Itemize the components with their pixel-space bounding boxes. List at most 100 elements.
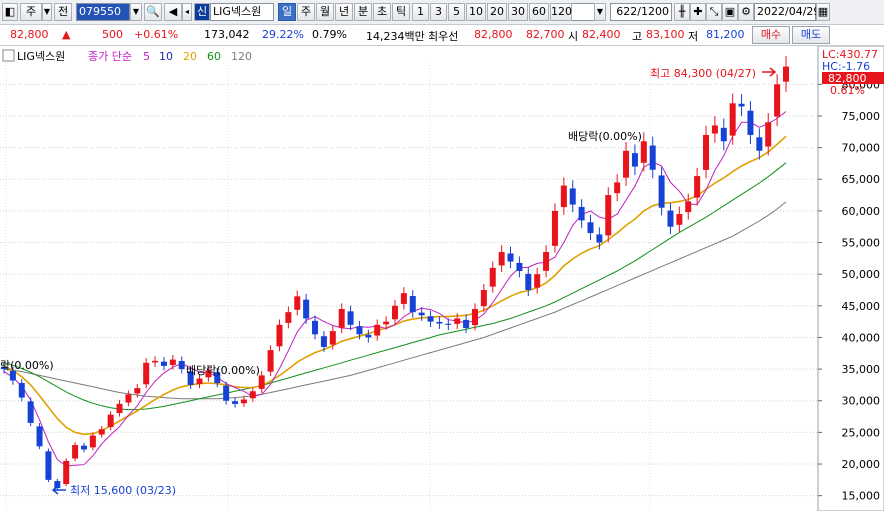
period-tab[interactable]: 주 — [297, 3, 315, 21]
code-type-select[interactable]: 주 — [20, 3, 42, 21]
count-field[interactable]: 622/1200 — [610, 3, 672, 21]
legend-box-icon[interactable] — [2, 49, 15, 62]
candle-body — [169, 359, 176, 365]
interval-tab[interactable]: 3 — [430, 3, 447, 21]
candle-body — [578, 206, 585, 221]
candle-body — [400, 293, 407, 304]
best-sell-price: 82,800 — [474, 28, 513, 41]
candle-body — [258, 375, 265, 389]
candle-body — [143, 362, 150, 385]
date-field[interactable]: 2022/04/29 — [754, 3, 820, 21]
code-type-dropdown-icon[interactable]: ▼ — [42, 3, 52, 21]
up-arrow-icon: ▲ — [62, 28, 71, 41]
candle-body — [63, 460, 70, 484]
candle-body — [445, 323, 452, 325]
candle-body — [27, 401, 34, 423]
period-tab[interactable]: 년 — [335, 3, 353, 21]
interval-tab[interactable]: 20 — [487, 3, 507, 21]
y-tick-label: 15,000 — [842, 490, 881, 503]
candle-body — [516, 262, 523, 272]
candle-body — [543, 252, 550, 271]
candle-body — [587, 222, 594, 234]
interval-tab[interactable]: 30 — [508, 3, 528, 21]
interval-dropdown-icon[interactable]: ▼ — [594, 3, 606, 21]
interval-tab[interactable]: 60 — [529, 3, 549, 21]
candle-body — [160, 361, 167, 366]
candle-body — [312, 320, 319, 335]
interval-tab[interactable]: 120 — [550, 3, 572, 21]
y-tick-label: 65,000 — [842, 173, 881, 186]
code-dropdown-icon[interactable]: ▼ — [130, 3, 142, 21]
trend-line-icon[interactable]: ⤡ — [706, 3, 722, 21]
calendar-icon[interactable]: ▦ — [816, 3, 830, 21]
candle-body — [747, 110, 754, 135]
stock-name-field: LIG넥스원 — [210, 3, 274, 21]
period-tab[interactable]: 월 — [316, 3, 334, 21]
period-tab[interactable]: 일 — [278, 3, 296, 21]
candle-body — [738, 103, 745, 107]
gear-icon[interactable]: ⚙ — [738, 3, 754, 21]
candle-body — [569, 188, 576, 205]
period-tab[interactable]: 초 — [373, 3, 391, 21]
candle-body — [436, 321, 443, 324]
left-arrow-icon[interactable]: ◂ — [182, 3, 192, 21]
interval-tab[interactable]: 5 — [448, 3, 465, 21]
candle-body — [36, 426, 43, 447]
candle-body — [374, 324, 381, 336]
y-tick-label: 55,000 — [842, 237, 881, 250]
candle-body — [658, 175, 665, 208]
candle-body — [783, 66, 789, 82]
chart-area[interactable]: 15,000 20,000 25,000 30,000 35,000 40,000 45,0… — [0, 46, 884, 511]
candle-body — [9, 370, 16, 381]
y-tick-label: 30,000 — [842, 395, 881, 408]
high-annotation: 최고 84,300 (04/27) — [650, 67, 756, 80]
interval-tab[interactable]: 10 — [466, 3, 486, 21]
price-chart[interactable]: 15,000 20,000 25,000 30,000 35,000 40,000 45,0… — [0, 46, 884, 511]
candle-body — [489, 267, 496, 287]
candle-body — [72, 445, 79, 459]
volume: 173,042 — [204, 28, 250, 41]
candle-body — [560, 185, 567, 208]
dividend-annotation: 배당락(0.00%) — [568, 130, 642, 143]
badge-label: 신 — [196, 5, 208, 18]
sell-button[interactable]: 매도 — [792, 26, 830, 44]
candle-body — [507, 253, 514, 262]
y-tick-label: 35,000 — [842, 363, 881, 376]
candle-body — [267, 350, 274, 372]
price-change: 500 — [102, 28, 123, 41]
speaker-icon[interactable]: ◀ — [164, 3, 182, 21]
code-input[interactable]: 079550 — [76, 3, 130, 21]
save-icon[interactable]: ▣ — [722, 3, 738, 21]
volume-pct: 0.79% — [312, 28, 347, 41]
window-menu-icon[interactable]: ◧ — [2, 3, 18, 21]
candle-body — [614, 182, 621, 194]
candle-body — [392, 305, 398, 320]
period-tab[interactable]: 틱 — [392, 3, 410, 21]
candle-body — [178, 361, 185, 370]
candle-body — [223, 385, 230, 401]
crosshair-icon[interactable]: ✚ — [690, 3, 706, 21]
candle-body — [711, 125, 718, 134]
legend-ma-period: 60 — [207, 50, 221, 63]
candle-body — [240, 399, 247, 404]
search-icon[interactable]: 🔍 — [144, 3, 162, 21]
candle-type-icon[interactable]: ╫ — [674, 3, 690, 21]
candle-body — [80, 445, 87, 450]
count-total: /1200 — [637, 5, 669, 18]
candle-body — [729, 103, 736, 136]
y-tick-label: 60,000 — [842, 205, 881, 218]
high-price: 83,100 — [646, 28, 685, 41]
candle-body — [525, 273, 532, 290]
candle-body — [276, 324, 283, 347]
candle-body — [409, 296, 416, 313]
candle-body — [498, 252, 505, 266]
prev-button[interactable]: 전 — [54, 3, 72, 21]
current-price: 82,800 — [10, 28, 49, 41]
candle-body — [125, 394, 132, 403]
candle-body — [631, 153, 638, 167]
candle-body — [720, 127, 727, 142]
candle-body — [463, 319, 470, 328]
buy-button[interactable]: 매수 — [752, 26, 790, 44]
period-tab[interactable]: 분 — [354, 3, 372, 21]
interval-tab[interactable]: 1 — [412, 3, 429, 21]
